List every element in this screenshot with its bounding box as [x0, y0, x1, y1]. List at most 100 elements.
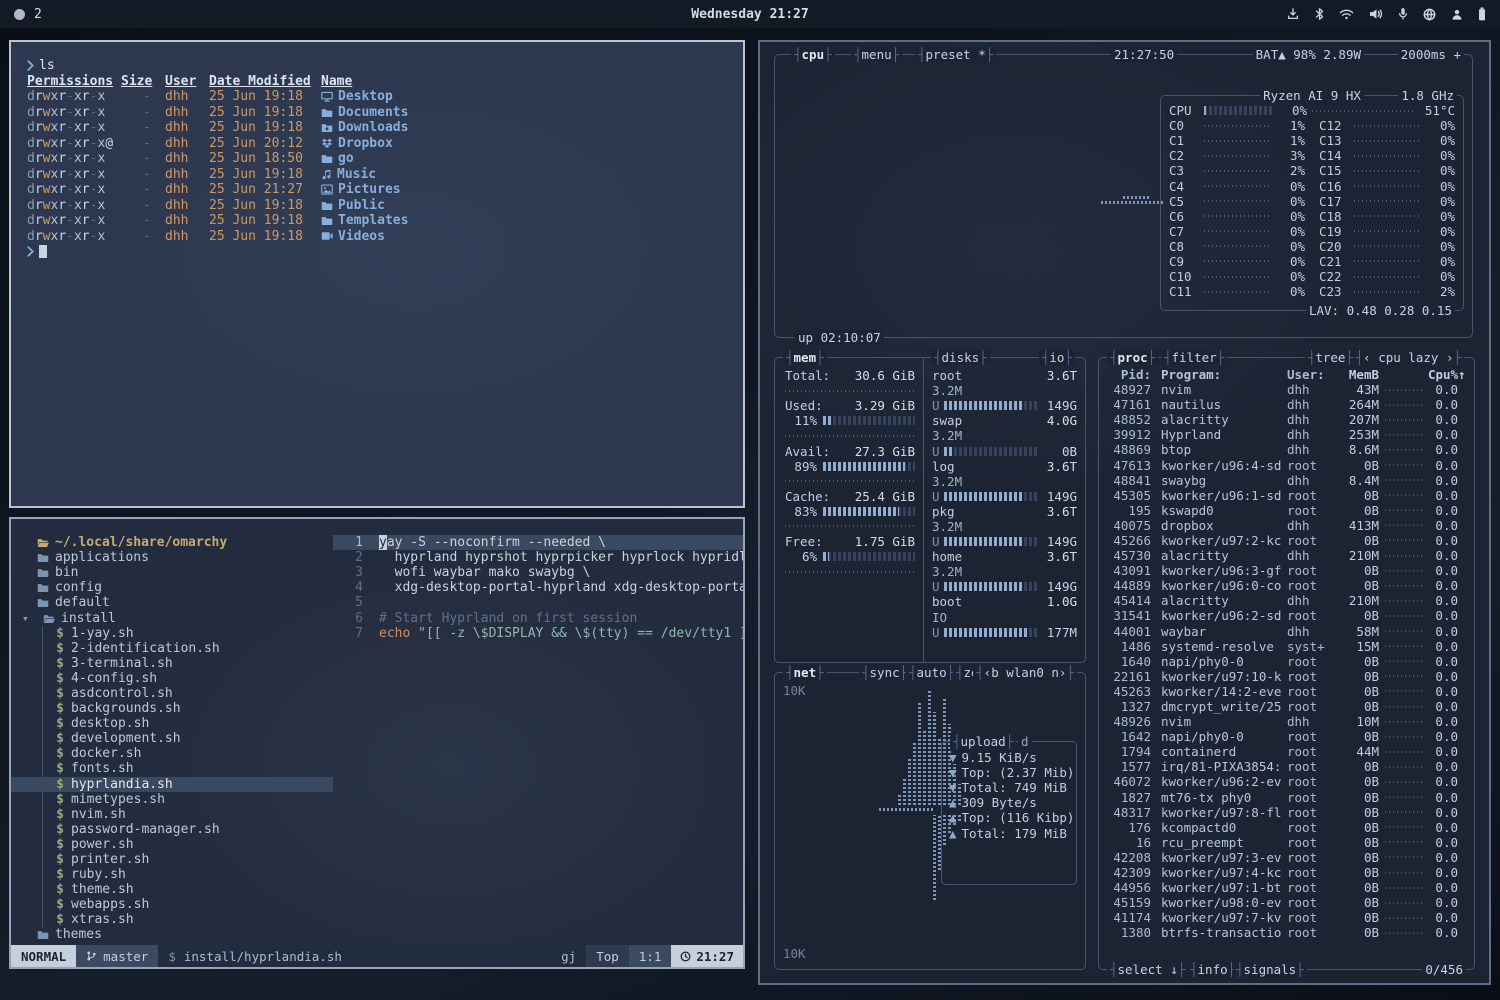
process-row[interactable]: 1794containerd root44M 0.0: [1107, 744, 1468, 759]
tree-item[interactable]: applications: [11, 550, 333, 565]
net-interface[interactable]: ┤‹b wlan0 n›├: [973, 665, 1077, 680]
process-row[interactable]: 44956kworker/u97:1-bt root0B 0.0: [1107, 880, 1468, 895]
tree-item[interactable]: $1-yay.sh: [11, 626, 333, 641]
process-row[interactable]: 45730alacritty dhh210M 0.0: [1107, 548, 1468, 563]
prompt-line[interactable]: [27, 244, 743, 260]
process-row[interactable]: 44889kworker/u96:0-co root0B 0.0: [1107, 578, 1468, 593]
process-row[interactable]: 1486systemd-resolve syst+15M 0.0: [1107, 639, 1468, 654]
tree-item[interactable]: $4-config.sh: [11, 671, 333, 686]
net-auto-toggle[interactable]: ┤auto├: [906, 665, 957, 680]
tree-item[interactable]: default: [11, 595, 333, 610]
process-row[interactable]: 48852alacritty dhh207M 0.0: [1107, 412, 1468, 427]
process-row[interactable]: 176kcompactd0 root0B 0.0: [1107, 820, 1468, 835]
tree-item[interactable]: $3-terminal.sh: [11, 656, 333, 671]
tree-item[interactable]: $nvim.sh: [11, 807, 333, 822]
process-row[interactable]: 31541kworker/u96:2-sd root0B 0.0: [1107, 608, 1468, 623]
tree-item[interactable]: themes: [11, 927, 333, 942]
process-row[interactable]: 48927nvim dhh43M 0.0: [1107, 382, 1468, 397]
tree-root-path[interactable]: ~/.local/share/omarchy: [11, 535, 333, 550]
btop-tab-mem[interactable]: ┤mem├: [783, 350, 827, 365]
process-row[interactable]: 45305kworker/u96:1-sd root0B 0.0: [1107, 488, 1468, 503]
process-row[interactable]: 43091kworker/u96:3-gf root0B 0.0: [1107, 563, 1468, 578]
globe-icon[interactable]: [1423, 8, 1436, 21]
process-row[interactable]: 1827mt76-tx phy0 root0B 0.0: [1107, 790, 1468, 805]
io-mode-toggle[interactable]: ┤io├: [1039, 350, 1075, 365]
process-row[interactable]: 1380btrfs-transactio root0B 0.0: [1107, 925, 1468, 940]
workspace-indicator[interactable]: 2: [34, 7, 42, 22]
btop-tab-proc[interactable]: ┤proc├: [1107, 350, 1158, 365]
tree-item[interactable]: config: [11, 580, 333, 595]
process-row[interactable]: 1577irq/81-PIXA3854: root0B 0.0: [1107, 759, 1468, 774]
process-row[interactable]: 47161nautilus dhh264M 0.0: [1107, 397, 1468, 412]
process-row[interactable]: 1642napi/phy0-0 root0B 0.0: [1107, 729, 1468, 744]
process-row[interactable]: 48869btop dhh8.6M 0.0: [1107, 442, 1468, 457]
volume-icon[interactable]: [1369, 8, 1383, 20]
tree-item[interactable]: $ruby.sh: [11, 867, 333, 882]
btop-menu-button[interactable]: ┤menu├: [851, 47, 902, 62]
battery-icon[interactable]: [1478, 7, 1486, 21]
process-row[interactable]: 46072kworker/u96:2-ev root0B 0.0: [1107, 774, 1468, 789]
process-row[interactable]: 1327dmcrypt_write/25 root0B 0.0: [1107, 699, 1468, 714]
tree-item[interactable]: $xtras.sh: [11, 912, 333, 927]
process-row[interactable]: 44001waybar dhh58M 0.0: [1107, 624, 1468, 639]
tree-item[interactable]: $fonts.sh: [11, 761, 333, 776]
btop-tab-net[interactable]: ┤net├: [783, 665, 827, 680]
tree-item[interactable]: $printer.sh: [11, 852, 333, 867]
process-table-header[interactable]: Pid: Program: User: MemB Cpu% ↑: [1107, 366, 1468, 382]
process-row[interactable]: 48841swaybg dhh8.4M 0.0: [1107, 473, 1468, 488]
process-row[interactable]: 47613kworker/u96:4-sd root0B 0.0: [1107, 457, 1468, 472]
process-row[interactable]: 48317kworker/u97:8-fl root0B 0.0: [1107, 805, 1468, 820]
net-sync-toggle[interactable]: ┤sync├: [859, 665, 910, 680]
proc-info-button[interactable]: ┤info├: [1187, 962, 1238, 977]
update-interval[interactable]: 2000ms +: [1398, 47, 1464, 62]
proc-sort-selector[interactable]: ┤‹ cpu lazy ›├: [1353, 350, 1464, 365]
process-row[interactable]: 41174kworker/u97:7-kv root0B 0.0: [1107, 910, 1468, 925]
btop-tab-cpu[interactable]: ┤cpu├: [791, 47, 835, 62]
tree-item[interactable]: $desktop.sh: [11, 716, 333, 731]
tree-item[interactable]: $webapps.sh: [11, 897, 333, 912]
wifi-icon[interactable]: [1339, 8, 1354, 20]
bluetooth-icon[interactable]: [1315, 7, 1324, 21]
user-icon[interactable]: [1451, 8, 1463, 21]
disks-label[interactable]: ┤disks├: [931, 350, 990, 365]
proc-signals-button[interactable]: ┤signals├: [1233, 962, 1307, 977]
mic-icon[interactable]: [1398, 7, 1408, 21]
process-row[interactable]: 22161kworker/u97:10-k root0B 0.0: [1107, 669, 1468, 684]
tree-item[interactable]: $password-manager.sh: [11, 822, 333, 837]
process-row[interactable]: 48926nvim dhh10M 0.0: [1107, 714, 1468, 729]
workspace-icon[interactable]: [14, 9, 25, 20]
tree-item[interactable]: $hyprlandia.sh: [11, 777, 333, 792]
btop-preset-button[interactable]: ┤preset *├: [915, 47, 996, 62]
tree-item[interactable]: ▾install: [11, 610, 333, 625]
tree-item[interactable]: $2-identification.sh: [11, 641, 333, 656]
packages-icon[interactable]: [1286, 7, 1300, 21]
process-row[interactable]: 195kswapd0 root0B 0.0: [1107, 503, 1468, 518]
tree-item[interactable]: $development.sh: [11, 731, 333, 746]
process-row[interactable]: 1640napi/phy0-0 root0B 0.0: [1107, 654, 1468, 669]
code-editor[interactable]: 1yay -S --noconfirm --needed \2 hyprland…: [333, 535, 743, 945]
process-row[interactable]: 45159kworker/u98:0-ev root0B 0.0: [1107, 895, 1468, 910]
proc-filter-button[interactable]: ┤filter├: [1161, 350, 1227, 365]
process-row[interactable]: 40075dropbox dhh413M 0.0: [1107, 518, 1468, 533]
tree-item[interactable]: $mimetypes.sh: [11, 792, 333, 807]
btop-window[interactable]: ┤cpu├ ┤menu├ ┤preset *├ 21:27:50 BAT▲ 98…: [758, 40, 1491, 985]
tree-item[interactable]: $asdcontrol.sh: [11, 686, 333, 701]
tree-item[interactable]: $theme.sh: [11, 882, 333, 897]
tree-item[interactable]: $backgrounds.sh: [11, 701, 333, 716]
terminal-window-ls[interactable]: ls PermissionsSizeUserDate ModifiedName …: [9, 40, 745, 508]
process-row[interactable]: 42208kworker/u97:3-ev root0B 0.0: [1107, 850, 1468, 865]
process-row[interactable]: 39912Hyprland dhh253M 0.0: [1107, 427, 1468, 442]
tree-item[interactable]: $docker.sh: [11, 746, 333, 761]
proc-select-hint[interactable]: ┤select ↓├: [1107, 962, 1188, 977]
tree-item[interactable]: $power.sh: [11, 837, 333, 852]
process-row[interactable]: 42309kworker/u97:4-kc root0B 0.0: [1107, 865, 1468, 880]
process-row[interactable]: 45266kworker/u97:2-kc root0B 0.0: [1107, 533, 1468, 548]
editor-window[interactable]: ~/.local/share/omarchy applicationsbinco…: [9, 517, 745, 969]
process-row[interactable]: 45263kworker/14:2-eve root0B 0.0: [1107, 684, 1468, 699]
process-row[interactable]: 45414alacritty dhh210M 0.0: [1107, 593, 1468, 608]
process-row[interactable]: 16rcu_preempt root0B 0.0: [1107, 835, 1468, 850]
proc-tree-toggle[interactable]: ┤tree├: [1305, 350, 1356, 365]
git-branch[interactable]: master: [76, 945, 158, 967]
tree-item[interactable]: bin: [11, 565, 333, 580]
sort-direction-icon: ↑: [1458, 367, 1468, 382]
